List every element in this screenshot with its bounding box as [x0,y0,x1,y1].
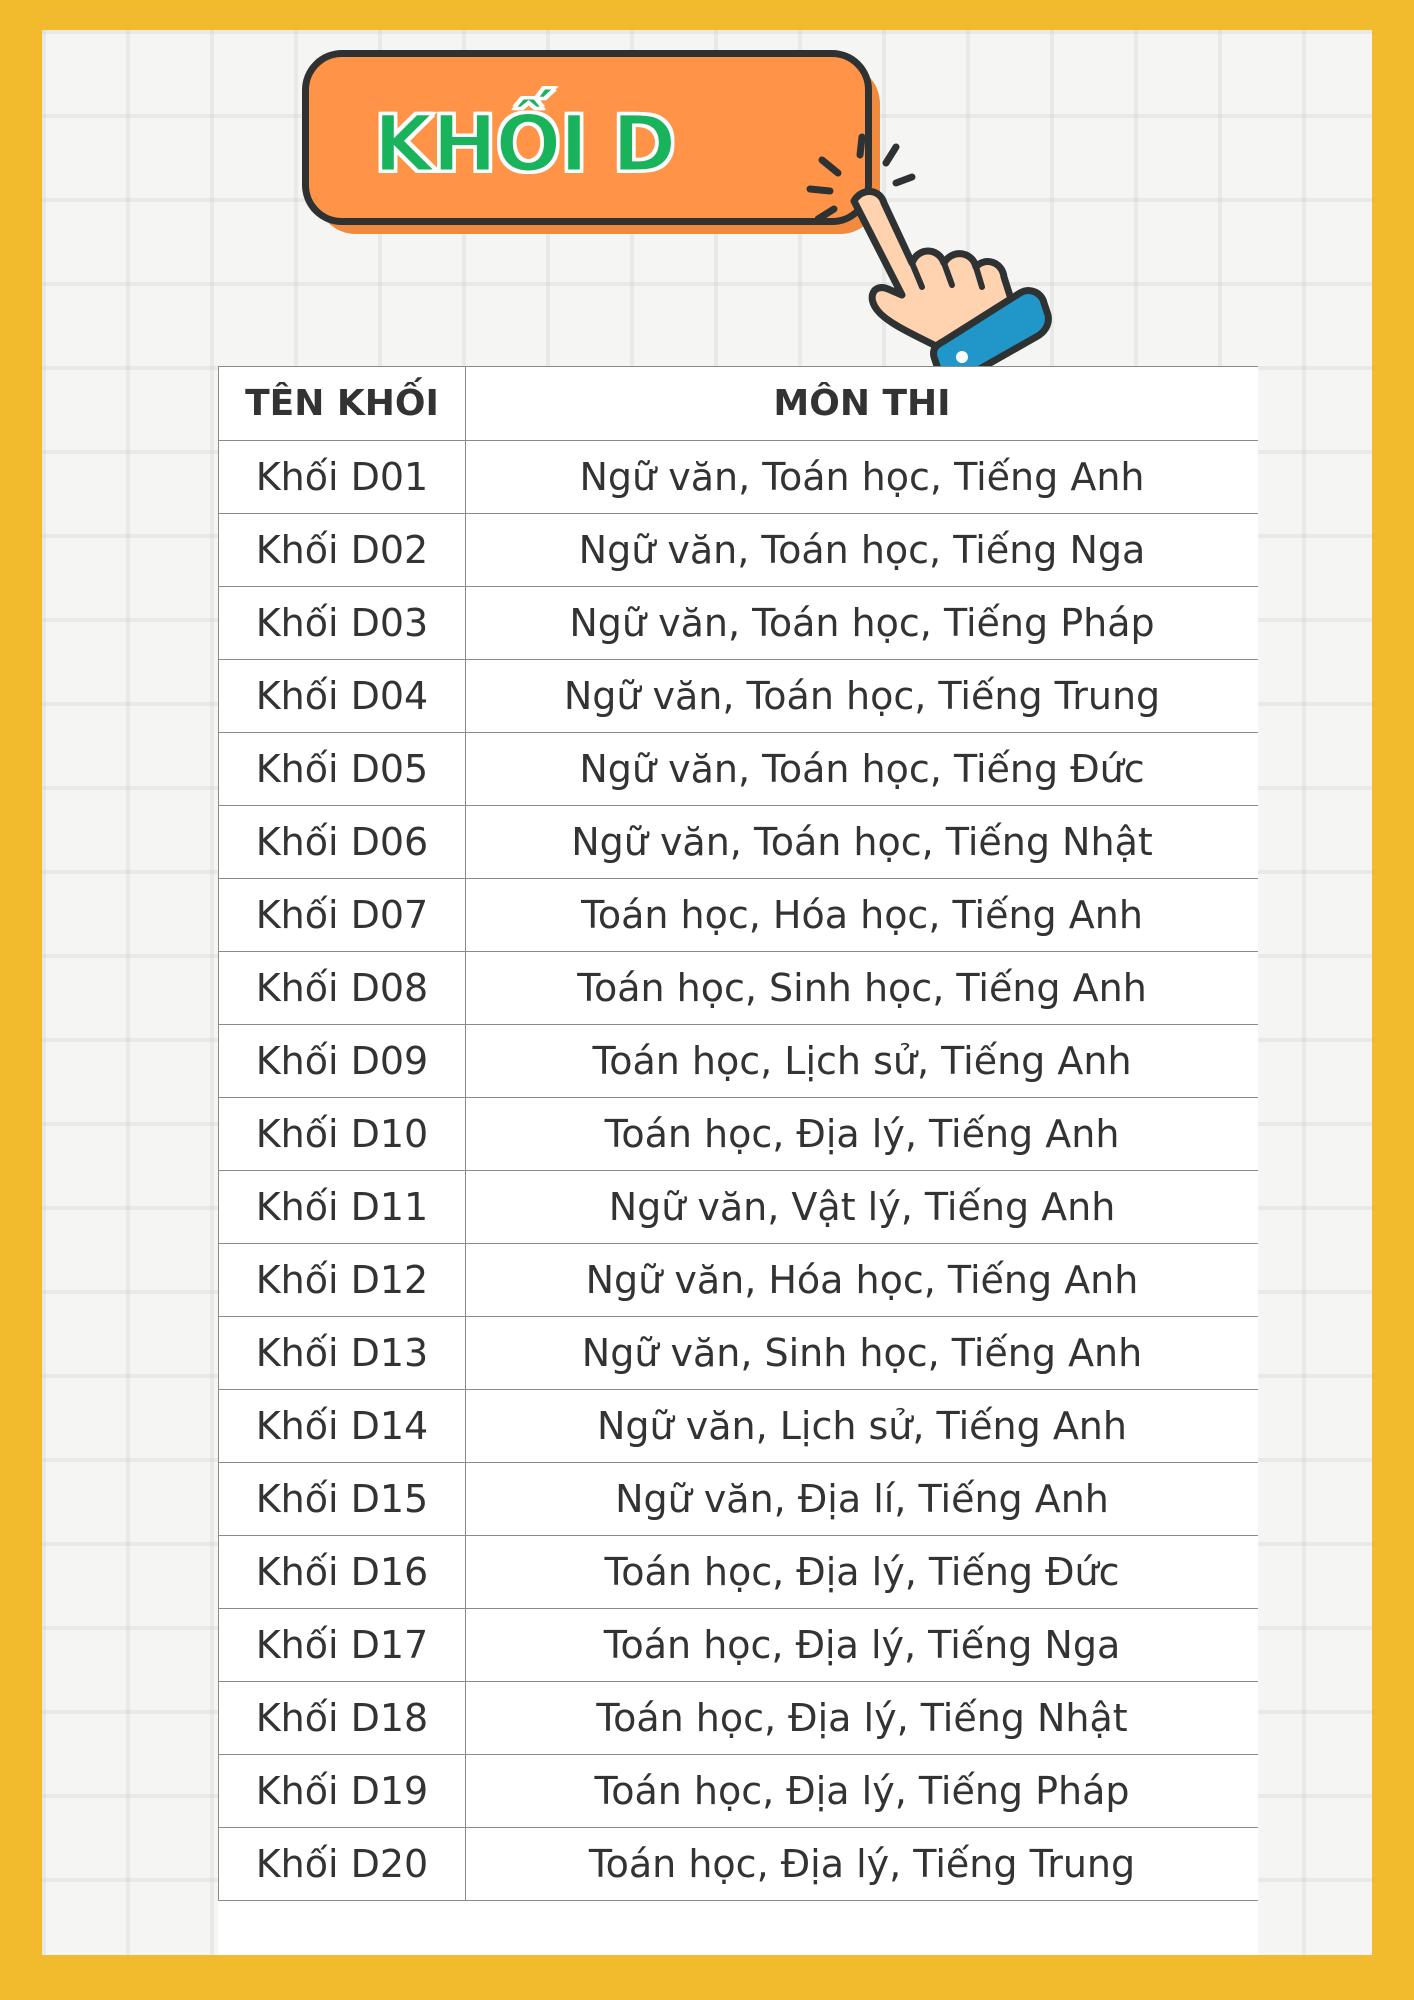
block-name-cell: Khối D14 [218,1389,466,1463]
table-row: Khối D04 Ngữ văn, Toán học, Tiếng Trung [218,659,1258,733]
tap-hand-icon [806,133,1052,385]
table-row: Khối D09 Toán học, Lịch sử, Tiếng Anh [218,1024,1258,1098]
subjects-cell: Ngữ văn, Toán học, Tiếng Đức [465,732,1258,806]
table-row: Khối D12 Ngữ văn, Hóa học, Tiếng Anh [218,1243,1258,1317]
subjects-cell: Toán học, Địa lý, Tiếng Trung [465,1827,1258,1901]
subjects-cell: Ngữ văn, Vật lý, Tiếng Anh [465,1170,1258,1244]
table-row: Khối D18 Toán học, Địa lý, Tiếng Nhật [218,1681,1258,1755]
block-name-cell: Khối D15 [218,1462,466,1536]
block-name-cell: Khối D20 [218,1827,466,1901]
table-row: Khối D19 Toán học, Địa lý, Tiếng Pháp [218,1754,1258,1828]
table-row: Khối D08 Toán học, Sinh học, Tiếng Anh [218,951,1258,1025]
page-title: KHỐI D [372,98,678,191]
table-row: Khối D10 Toán học, Địa lý, Tiếng Anh [218,1097,1258,1171]
block-name-cell: Khối D02 [218,513,466,587]
subjects-cell: Ngữ văn, Địa lí, Tiếng Anh [465,1462,1258,1536]
header-block-name: TÊN KHỐI [218,366,466,441]
subjects-cell: Toán học, Sinh học, Tiếng Anh [465,951,1258,1025]
subjects-cell: Toán học, Địa lý, Tiếng Đức [465,1535,1258,1609]
subjects-cell: Ngữ văn, Hóa học, Tiếng Anh [465,1243,1258,1317]
page-frame: KHỐI D TÊN KHỐI MÔN THI Khối D01 Ngữ văn… [0,0,1414,2000]
subjects-cell: Ngữ văn, Sinh học, Tiếng Anh [465,1316,1258,1390]
block-name-cell: Khối D16 [218,1535,466,1609]
subjects-cell: Toán học, Địa lý, Tiếng Nhật [465,1681,1258,1755]
subjects-cell: Ngữ văn, Toán học, Tiếng Anh [465,440,1258,514]
paper-background: KHỐI D TÊN KHỐI MÔN THI Khối D01 Ngữ văn… [42,30,1372,1955]
subjects-cell: Ngữ văn, Toán học, Tiếng Nhật [465,805,1258,879]
subjects-cell: Ngữ văn, Toán học, Tiếng Pháp [465,586,1258,660]
block-name-cell: Khối D18 [218,1681,466,1755]
table-row: Khối D02 Ngữ văn, Toán học, Tiếng Nga [218,513,1258,587]
table-row: Khối D20 Toán học, Địa lý, Tiếng Trung [218,1827,1258,1901]
block-name-cell: Khối D08 [218,951,466,1025]
block-name-cell: Khối D17 [218,1608,466,1682]
block-name-cell: Khối D04 [218,659,466,733]
subjects-cell: Toán học, Địa lý, Tiếng Nga [465,1608,1258,1682]
block-name-cell: Khối D01 [218,440,466,514]
table-row: Khối D01 Ngữ văn, Toán học, Tiếng Anh [218,440,1258,514]
block-name-cell: Khối D09 [218,1024,466,1098]
table-row: Khối D05 Ngữ văn, Toán học, Tiếng Đức [218,732,1258,806]
block-name-cell: Khối D10 [218,1097,466,1171]
table-row: Khối D07 Toán học, Hóa học, Tiếng Anh [218,878,1258,952]
subjects-cell: Ngữ văn, Lịch sử, Tiếng Anh [465,1389,1258,1463]
subjects-cell: Ngữ văn, Toán học, Tiếng Trung [465,659,1258,733]
block-name-cell: Khối D11 [218,1170,466,1244]
header-subjects: MÔN THI [465,366,1258,441]
block-name-cell: Khối D05 [218,732,466,806]
table-row: Khối D15 Ngữ văn, Địa lí, Tiếng Anh [218,1462,1258,1536]
block-name-cell: Khối D06 [218,805,466,879]
table-row: Khối D14 Ngữ văn, Lịch sử, Tiếng Anh [218,1389,1258,1463]
subjects-cell: Toán học, Địa lý, Tiếng Anh [465,1097,1258,1171]
subjects-cell: Toán học, Địa lý, Tiếng Pháp [465,1754,1258,1828]
subjects-cell: Ngữ văn, Toán học, Tiếng Nga [465,513,1258,587]
table: TÊN KHỐI MÔN THI Khối D01 Ngữ văn, Toán h… [218,366,1258,1901]
block-name-cell: Khối D12 [218,1243,466,1317]
table-row: Khối D11 Ngữ văn, Vật lý, Tiếng Anh [218,1170,1258,1244]
block-name-cell: Khối D13 [218,1316,466,1390]
table-header-row: TÊN KHỐI MÔN THI [218,366,1258,441]
table-row: Khối D17 Toán học, Địa lý, Tiếng Nga [218,1608,1258,1682]
table-row: Khối D06 Ngữ văn, Toán học, Tiếng Nhật [218,805,1258,879]
block-name-cell: Khối D19 [218,1754,466,1828]
table-row: Khối D16 Toán học, Địa lý, Tiếng Đức [218,1535,1258,1609]
exam-block-table: TÊN KHỐI MÔN THI Khối D01 Ngữ văn, Toán h… [218,366,1258,1955]
table-row: Khối D13 Ngữ văn, Sinh học, Tiếng Anh [218,1316,1258,1390]
table-row: Khối D03 Ngữ văn, Toán học, Tiếng Pháp [218,586,1258,660]
subjects-cell: Toán học, Lịch sử, Tiếng Anh [465,1024,1258,1098]
subjects-cell: Toán học, Hóa học, Tiếng Anh [465,878,1258,952]
block-name-cell: Khối D07 [218,878,466,952]
block-name-cell: Khối D03 [218,586,466,660]
